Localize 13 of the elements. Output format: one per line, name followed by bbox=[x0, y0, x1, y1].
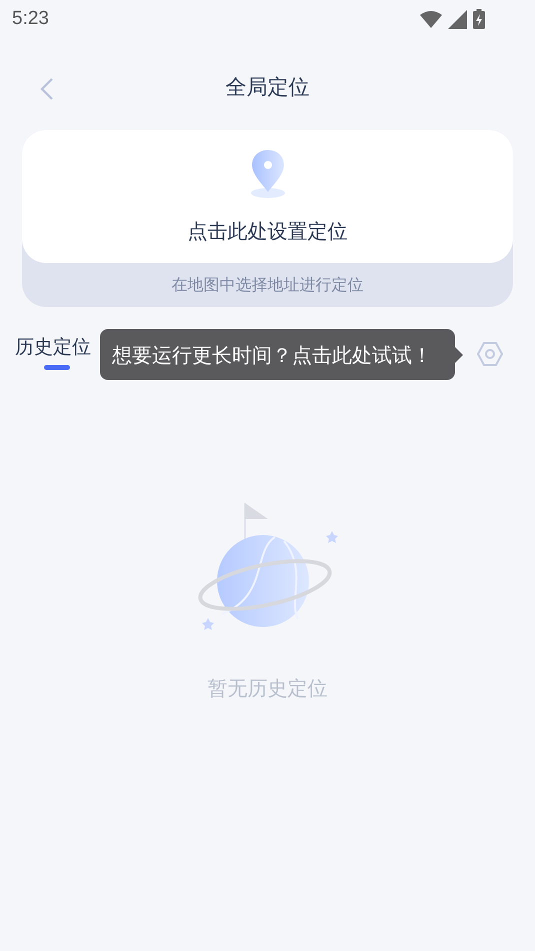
tab[interactable]: 历史定位 bbox=[15, 329, 91, 372]
hint-text: 在地图中选择地址进行定位 bbox=[172, 274, 364, 296]
set-location-text: 点击此处设置定位 bbox=[188, 218, 348, 244]
page-title: 全局定位 bbox=[226, 74, 310, 102]
empty-state-text: 暂无历史定位 bbox=[208, 675, 328, 702]
wifi-icon bbox=[420, 10, 442, 28]
battery-icon bbox=[473, 9, 485, 29]
back-icon bbox=[40, 77, 54, 101]
settings-icon[interactable] bbox=[477, 341, 503, 367]
location-pin-icon bbox=[250, 148, 286, 200]
location-card[interactable]: 点击此处设置定位 在地图中选择地址进行定位 bbox=[22, 130, 513, 307]
status-time: 5:23 bbox=[12, 6, 49, 31]
signal-icon bbox=[448, 10, 467, 28]
